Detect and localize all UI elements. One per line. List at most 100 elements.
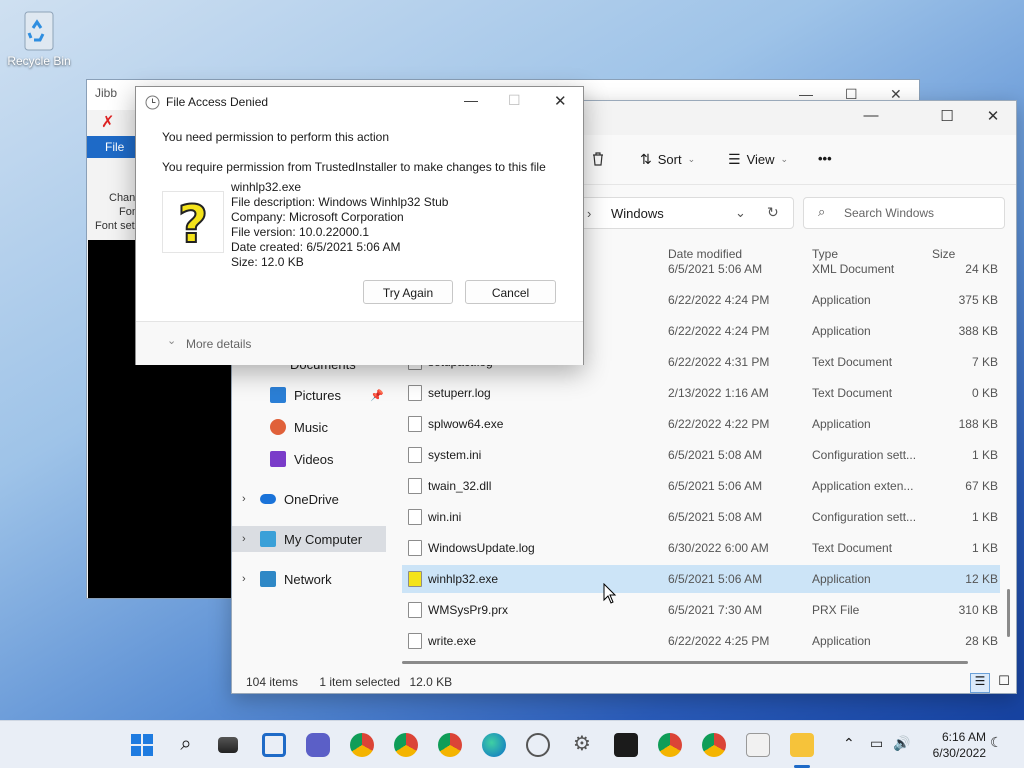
file-size: 0 KB <box>971 386 998 400</box>
file-row[interactable]: splwow64.exe 6/22/2022 4:22 PM Application… <box>402 410 1000 438</box>
more-details-toggle[interactable]: More details <box>186 337 251 351</box>
file-date: 6/5/2021 5:06 AM <box>668 572 763 586</box>
show-hidden-icons-chevron-icon[interactable]: ⌃ <box>843 735 855 752</box>
notepad-icon[interactable] <box>746 733 770 757</box>
file-explorer-icon[interactable] <box>790 733 814 757</box>
file-date: 6/5/2021 5:06 AM <box>668 262 763 276</box>
teams-chat-icon[interactable] <box>306 733 330 757</box>
chrome-profile-3-icon[interactable] <box>658 733 682 757</box>
file-description: File description: Windows Winhlp32 Stub <box>231 195 449 209</box>
more-options-button[interactable]: ••• <box>818 151 832 166</box>
file-access-denied-dialog[interactable]: File Access Denied — ☐ ✕ You need permis… <box>135 86 584 365</box>
file-date: 6/22/2022 4:24 PM <box>668 324 770 338</box>
clock-app-icon[interactable] <box>526 733 550 757</box>
nav-item-onedrive[interactable]: › OneDrive <box>232 486 386 512</box>
file-size: 310 KB <box>958 603 998 617</box>
try-again-button[interactable]: Try Again <box>363 280 453 304</box>
chrome-profile-2-icon[interactable] <box>438 733 462 757</box>
address-dropdown-icon[interactable]: ⌄ <box>735 205 746 221</box>
file-type: Text Document <box>812 541 893 555</box>
dialog-maximize-button: ☐ <box>508 92 521 108</box>
dialog-close-button[interactable]: ✕ <box>554 92 567 110</box>
edge-icon[interactable] <box>482 733 506 757</box>
settings-gear-icon[interactable]: ⚙ <box>570 733 594 757</box>
network-tray-icon[interactable]: ▭ <box>870 735 883 752</box>
file-row[interactable]: win.ini 6/5/2021 5:08 AM Configuration set… <box>402 503 1000 531</box>
dialog-minimize-button[interactable]: — <box>464 92 478 108</box>
file-name: splwow64.exe <box>428 417 504 431</box>
explorer-minimize-button[interactable]: — <box>848 107 894 124</box>
cancel-button[interactable]: Cancel <box>465 280 556 304</box>
clock-time: 6:16 AM <box>941 730 986 744</box>
vertical-scrollbar[interactable] <box>1007 589 1010 637</box>
volume-icon[interactable]: 🔊 <box>893 735 910 752</box>
file-row[interactable]: WindowsUpdate.log 6/30/2022 6:00 AM Text D… <box>402 534 1000 562</box>
chevron-down-icon: ⌄ <box>780 154 789 164</box>
file-icon <box>408 416 422 432</box>
file-size: 1 KB <box>971 448 998 462</box>
file-size: 7 KB <box>971 355 998 369</box>
file-type: Application <box>812 324 871 338</box>
tiles-view-icon[interactable]: ☐ <box>994 673 1014 693</box>
recycle-bin-desktop-icon[interactable]: Recycle Bin <box>6 8 72 68</box>
file-size: 375 KB <box>958 293 998 307</box>
focus-moon-icon[interactable]: ☾ <box>990 734 1003 751</box>
file-type: Text Document <box>812 386 893 400</box>
refresh-icon[interactable]: ↻ <box>767 204 779 221</box>
search-taskbar-icon[interactable]: ⌕ <box>174 733 198 757</box>
pin-icon: 📌 <box>370 389 384 402</box>
delete-button[interactable] <box>590 151 606 167</box>
nav-label: My Computer <box>284 531 363 547</box>
chevron-down-icon[interactable]: ⌄ <box>167 334 176 347</box>
file-name: WMSysPr9.prx <box>428 603 509 617</box>
status-bar: 104 items 1 item selected 12.0 KB <box>246 675 452 689</box>
taskbar: ⌕ ⚙ ⌃ ▭ 🔊 6:16 AM 6/30/2022 ☾ <box>0 720 1024 768</box>
file-row[interactable]: write.exe 6/22/2022 4:25 PM Application 28 … <box>402 627 1000 655</box>
chevron-right-icon[interactable]: › <box>242 493 246 505</box>
dialog-message: You require permission from TrustedInsta… <box>162 160 546 174</box>
start-button[interactable] <box>130 733 154 757</box>
nav-item-pictures[interactable]: Pictures 📌 <box>232 382 386 408</box>
nav-item-my-computer[interactable]: › My Computer <box>232 526 386 552</box>
system-clock[interactable]: 6:16 AM 6/30/2022 <box>933 729 986 761</box>
explorer-close-button[interactable]: ✕ <box>970 107 1016 125</box>
file-date: 6/5/2021 5:08 AM <box>668 448 763 462</box>
nav-item-videos[interactable]: Videos <box>232 446 386 472</box>
widgets-icon[interactable] <box>262 733 286 757</box>
file-row[interactable]: system.ini 6/5/2021 5:08 AM Configuration … <box>402 441 1000 469</box>
file-size: 24 KB <box>965 262 998 276</box>
file-row[interactable]: winhlp32.exe 6/5/2021 5:06 AM Application 1… <box>402 565 1000 593</box>
task-view-icon[interactable] <box>218 737 238 753</box>
explorer-maximize-button[interactable]: ☐ <box>924 107 970 125</box>
bg-file-tab[interactable]: File <box>87 136 137 158</box>
sort-button[interactable]: ⇅ Sort ⌄ <box>640 151 695 168</box>
bg-delete-icon[interactable]: ✗ <box>101 112 114 132</box>
details-view-icon[interactable]: ☰ <box>970 673 990 693</box>
file-size: 28 KB <box>965 634 998 648</box>
search-placeholder: Search Windows <box>844 206 935 220</box>
file-icon <box>408 478 422 494</box>
file-row[interactable]: twain_32.dll 6/5/2021 5:06 AM Application … <box>402 472 1000 500</box>
nav-label: Music <box>294 419 328 435</box>
view-button[interactable]: ☰ View ⌄ <box>728 151 788 168</box>
horizontal-scrollbar[interactable] <box>402 661 968 664</box>
nav-item-network[interactable]: › Network <box>232 566 386 592</box>
nav-item-music[interactable]: Music <box>232 414 386 440</box>
bg-fragment-3: Font set <box>95 220 135 232</box>
file-type: Configuration sett... <box>812 448 917 462</box>
chevron-right-icon[interactable]: › <box>242 573 246 585</box>
computer-icon <box>260 531 276 547</box>
chrome-icon[interactable] <box>350 733 374 757</box>
file-name: winhlp32.exe <box>231 180 302 194</box>
address-bar[interactable]: ) › Windows ⌄ ↻ <box>572 197 794 229</box>
file-row[interactable]: WMSysPr9.prx 6/5/2021 7:30 AM PRX File 310 … <box>402 596 1000 624</box>
file-type: Application <box>812 572 871 586</box>
file-row[interactable]: setuperr.log 2/13/2022 1:16 AM Text Docume… <box>402 379 1000 407</box>
chrome-profile-4-icon[interactable] <box>702 733 726 757</box>
chrome-profile-icon[interactable] <box>394 733 418 757</box>
terminal-icon[interactable] <box>614 733 638 757</box>
search-input[interactable]: ⌕ Search Windows <box>803 197 1005 229</box>
chevron-right-icon[interactable]: › <box>242 533 246 545</box>
view-icon: ☰ <box>728 151 741 167</box>
file-name: twain_32.dll <box>428 479 492 493</box>
